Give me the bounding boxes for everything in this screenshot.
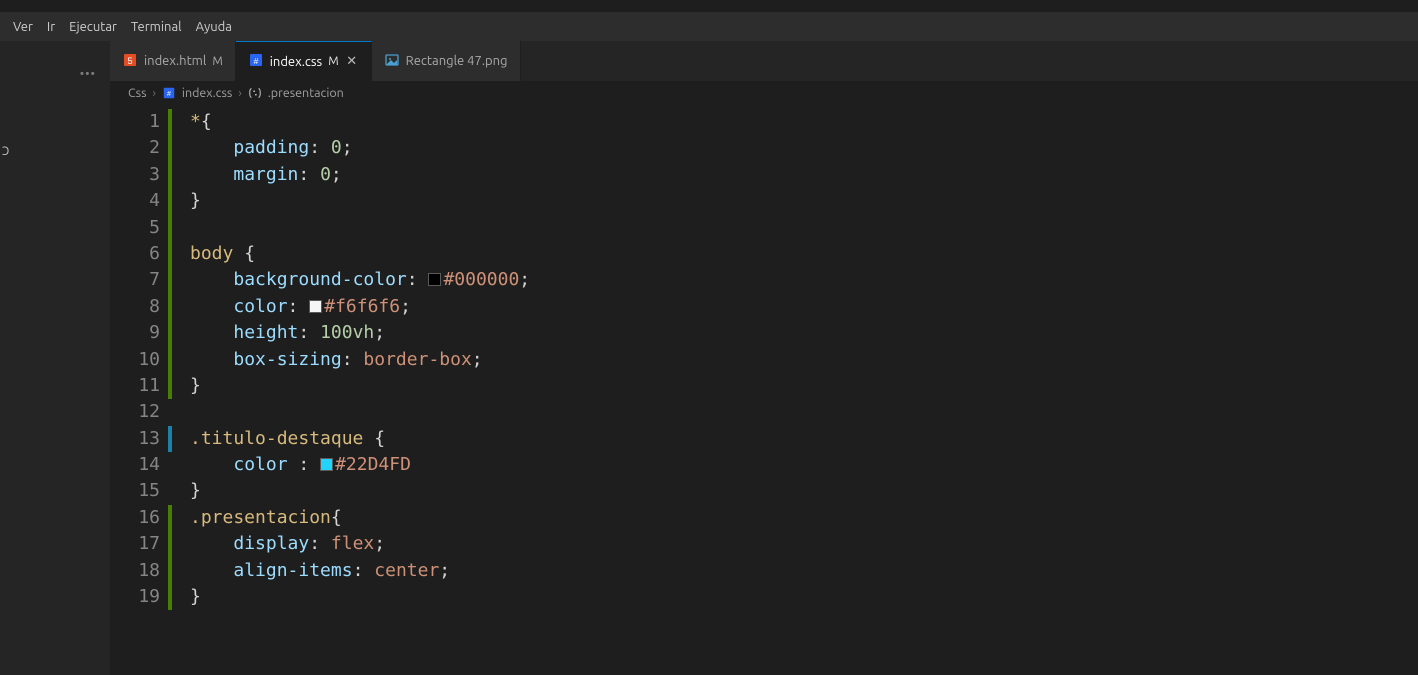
line-number: 8 (110, 294, 168, 320)
menu-bar: Ver Ir Ejecutar Terminal Ayuda (0, 13, 1418, 41)
line-number: 13 (110, 426, 168, 452)
code-line[interactable]: color : #22D4FD (190, 452, 530, 478)
tab-label: index.html (144, 54, 206, 68)
line-number: 16 (110, 505, 168, 531)
line-number: 11 (110, 373, 168, 399)
tab-modified-badge: M (212, 55, 222, 68)
menu-item-ejecutar[interactable]: Ejecutar (62, 20, 124, 34)
code-line[interactable]: .titulo-destaque { (190, 426, 530, 452)
overflow-menu-icon[interactable]: ··· (0, 63, 110, 83)
line-number: 10 (110, 347, 168, 373)
line-number-gutter: 12345678910111213141516171819 (110, 109, 168, 610)
line-number: 14 (110, 452, 168, 478)
svg-text:#: # (167, 91, 171, 98)
code-line[interactable]: margin: 0; (190, 162, 530, 188)
css-file-icon: # (162, 86, 176, 101)
code-line[interactable] (190, 215, 530, 241)
close-icon[interactable]: ✕ (345, 54, 359, 69)
line-number: 19 (110, 584, 168, 610)
code-line[interactable]: } (190, 478, 530, 504)
menu-item-ir[interactable]: Ir (40, 20, 62, 34)
code-line[interactable]: } (190, 188, 530, 214)
title-bar (0, 0, 1418, 13)
code-line[interactable]: display: flex; (190, 531, 530, 557)
tab-modified-badge: M (328, 55, 338, 68)
code-line[interactable]: background-color: #000000; (190, 267, 530, 293)
tab-rectangle-png[interactable]: Rectangle 47.png (372, 41, 521, 81)
line-number: 9 (110, 320, 168, 346)
line-number: 15 (110, 478, 168, 504)
line-number: 3 (110, 162, 168, 188)
line-number: 1 (110, 109, 168, 135)
breadcrumb[interactable]: Css › # index.css › .presentacion (110, 81, 1418, 105)
code-editor[interactable]: 12345678910111213141516171819 *{ padding… (110, 105, 1418, 610)
css-rule-icon (248, 86, 262, 101)
line-number: 7 (110, 267, 168, 293)
tab-label: index.css (270, 55, 322, 69)
code-line[interactable]: *{ (190, 109, 530, 135)
line-number: 5 (110, 215, 168, 241)
code-line[interactable]: body { (190, 241, 530, 267)
line-number: 17 (110, 531, 168, 557)
code-line[interactable] (190, 399, 530, 425)
svg-text:5: 5 (127, 56, 132, 66)
tab-strip: 5 index.html M # index.css M ✕ Rectangle… (110, 41, 1418, 81)
code-line[interactable]: } (190, 373, 530, 399)
line-number: 2 (110, 135, 168, 161)
menu-item-terminal[interactable]: Terminal (124, 20, 189, 34)
html-file-icon: 5 (122, 52, 138, 71)
line-number: 12 (110, 399, 168, 425)
menu-item-ver[interactable]: Ver (6, 20, 40, 34)
line-number: 4 (110, 188, 168, 214)
chevron-right-icon: › (153, 87, 156, 100)
code-line[interactable]: color: #f6f6f6; (190, 294, 530, 320)
sidebar-glyph: ɔ (0, 145, 110, 158)
explorer-sidebar: ··· ɔ (0, 41, 110, 675)
tab-index-html[interactable]: 5 index.html M (110, 41, 236, 81)
breadcrumb-seg-symbol[interactable]: .presentacion (268, 86, 344, 100)
code-line[interactable]: box-sizing: border-box; (190, 347, 530, 373)
tab-label: Rectangle 47.png (406, 54, 508, 68)
editor-region: 5 index.html M # index.css M ✕ Rectangle… (110, 41, 1418, 675)
breadcrumb-seg-file[interactable]: index.css (182, 86, 232, 100)
line-number: 18 (110, 558, 168, 584)
chevron-right-icon: › (238, 87, 241, 100)
code-line[interactable]: padding: 0; (190, 135, 530, 161)
line-number: 6 (110, 241, 168, 267)
code-line[interactable]: height: 100vh; (190, 320, 530, 346)
css-file-icon: # (248, 52, 264, 71)
tab-index-css[interactable]: # index.css M ✕ (236, 41, 372, 81)
breadcrumb-seg-folder[interactable]: Css (128, 86, 147, 100)
code-line[interactable]: align-items: center; (190, 558, 530, 584)
svg-text:#: # (253, 56, 258, 66)
menu-item-ayuda[interactable]: Ayuda (189, 20, 239, 34)
image-file-icon (384, 52, 400, 71)
code-content[interactable]: *{ padding: 0; margin: 0;} body { backgro… (172, 109, 530, 610)
main-area: ··· ɔ 5 index.html M # index.css M ✕ (0, 41, 1418, 675)
code-line[interactable]: } (190, 584, 530, 610)
code-line[interactable]: .presentacion{ (190, 505, 530, 531)
